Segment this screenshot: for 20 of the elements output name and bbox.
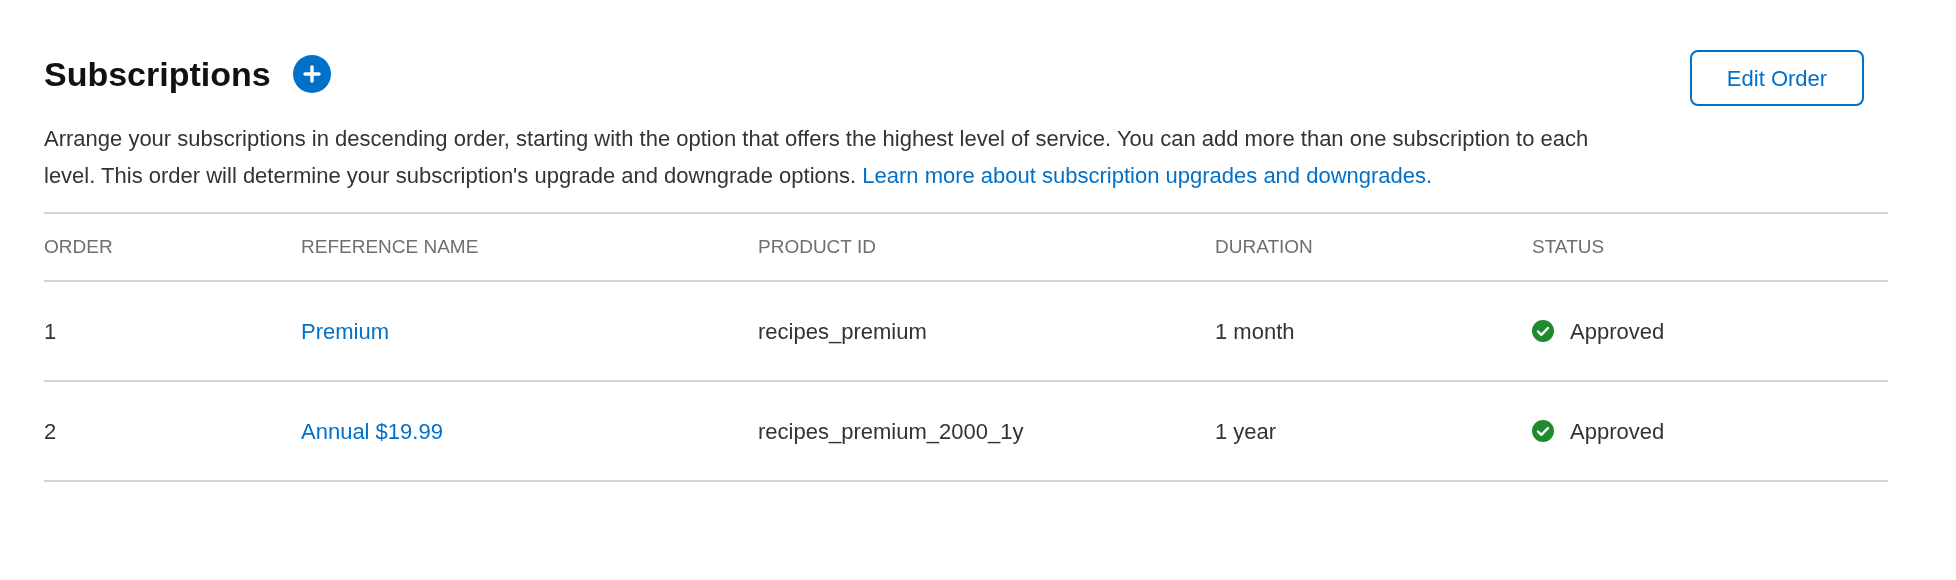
column-header: PRODUCT ID	[758, 234, 876, 259]
order-cell: 2	[44, 418, 57, 444]
status-text: Approved	[1570, 317, 1665, 346]
description-text: Arrange your subscriptions in descending order, starting with the option that offers the highest level of service. You can add more than one subscription to each level. This order will determine your subscription's upgrade and downgrade options. Learn more about subscription upgrades and downgrades.	[44, 125, 1590, 190]
column-header: DURATION	[1215, 234, 1313, 259]
reference-name-link[interactable]: Premium	[301, 318, 389, 344]
column-header: ORDER	[44, 234, 113, 259]
learn-more-link[interactable]: Learn more about subscription upgrades and downgrades.	[862, 163, 1433, 188]
product-id-cell: recipes_premium	[758, 318, 927, 344]
edit-order-button[interactable]: Edit Order	[1690, 50, 1864, 106]
column-header: STATUS	[1532, 234, 1605, 259]
reference-name-link[interactable]: Annual $19.99	[301, 418, 443, 444]
add-icon[interactable]	[292, 55, 331, 93]
column-header: REFERENCE NAME	[301, 234, 479, 259]
status-text: Approved	[1570, 417, 1665, 446]
order-cell: 1	[44, 318, 57, 344]
duration-cell: 1 month	[1215, 318, 1295, 344]
product-id-cell: recipes_premium_2000_1y	[758, 418, 1024, 444]
page-title: Subscriptions	[44, 54, 271, 95]
duration-cell: 1 year	[1215, 418, 1277, 444]
